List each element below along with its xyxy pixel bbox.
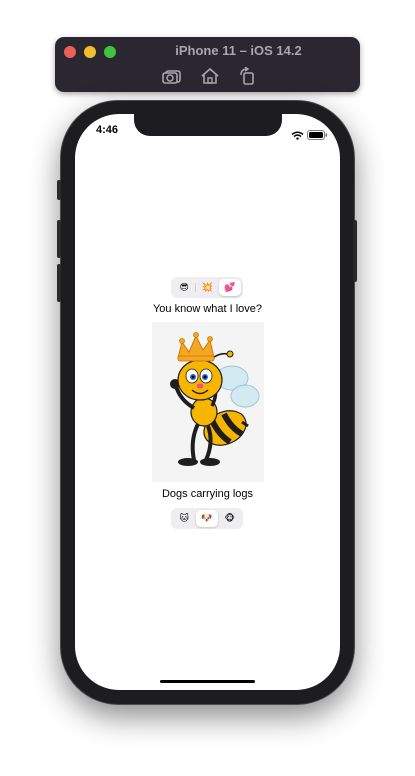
rotate-icon[interactable]	[236, 65, 260, 87]
simulator-titlebar: iPhone 11 – iOS 14.2	[55, 37, 360, 92]
device-screen: 4:46 😎 💥 💕 You know what I love? Dogs ca…	[75, 114, 340, 690]
zoom-window-button[interactable]	[104, 46, 116, 58]
top-segmented-control: 😎 💥 💕	[171, 277, 243, 298]
status-icons	[291, 125, 328, 144]
segment-cat[interactable]: 🐱	[173, 510, 196, 527]
close-window-button[interactable]	[64, 46, 76, 58]
simulator-toolbar	[160, 65, 260, 87]
segment-collision[interactable]: 💥	[196, 279, 218, 296]
notch	[134, 114, 282, 136]
screenshot-icon[interactable]	[160, 65, 184, 87]
segment-monkey[interactable]: 🐵	[218, 510, 241, 527]
bee-image	[152, 322, 264, 482]
mute-switch[interactable]	[57, 180, 61, 200]
home-icon[interactable]	[198, 65, 222, 87]
status-time: 4:46	[96, 124, 119, 136]
segment-hearts[interactable]: 💕	[218, 279, 241, 296]
volume-up-button[interactable]	[57, 220, 61, 258]
segment-cool-face[interactable]: 😎	[173, 279, 195, 296]
simulator-title: iPhone 11 – iOS 14.2	[175, 43, 302, 58]
minimize-window-button[interactable]	[84, 46, 96, 58]
segment-dog[interactable]: 🐶	[195, 510, 219, 527]
power-button[interactable]	[353, 220, 357, 282]
wifi-icon	[291, 125, 304, 144]
top-caption: You know what I love?	[152, 303, 263, 315]
home-indicator[interactable]	[160, 680, 255, 683]
battery-icon	[307, 125, 328, 144]
bottom-caption: Dogs carrying logs	[161, 488, 254, 500]
bottom-segmented-control: 🐱 🐶 🐵	[171, 508, 243, 529]
volume-down-button[interactable]	[57, 264, 61, 302]
